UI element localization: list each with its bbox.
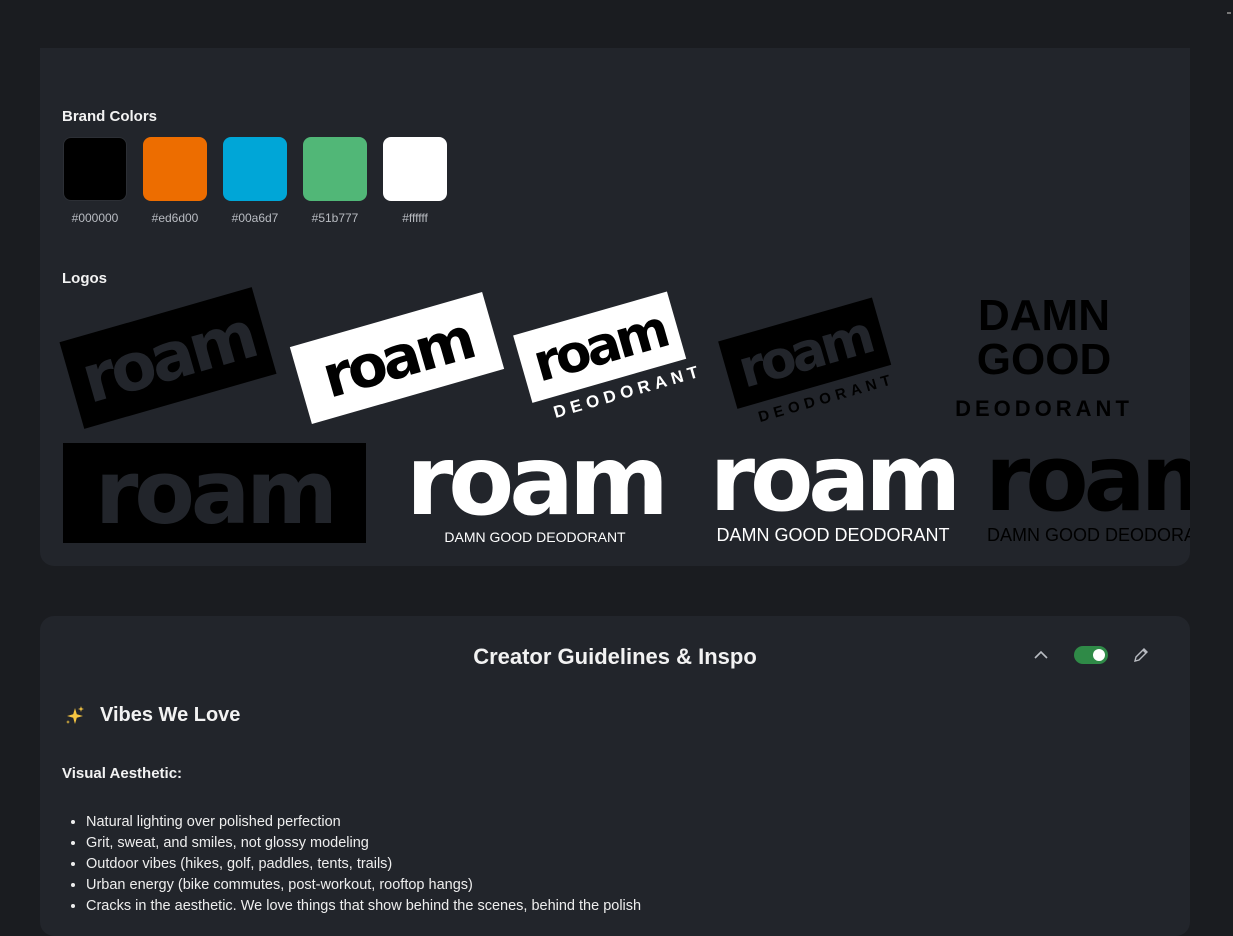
logo-roam-black-rect[interactable]: roam	[63, 443, 366, 543]
logo-wordmark: roam	[405, 425, 669, 537]
logo-wordmark: roam	[73, 296, 263, 419]
brand-assets-card: Brand Colors #000000 #ed6d00 #00a6d7 #51…	[40, 48, 1190, 566]
vibes-heading: Vibes We Love	[64, 704, 240, 727]
logo-wordmark: roam	[314, 304, 480, 412]
visual-aesthetic-label: Visual Aesthetic:	[62, 765, 183, 782]
list-item: Outdoor vibes (hikes, golf, paddles, ten…	[86, 854, 641, 875]
list-item: Cracks in the aesthetic. We love things …	[86, 896, 641, 917]
logo-good-text: GOOD	[976, 335, 1112, 384]
list-item: Natural lighting over polished perfectio…	[86, 812, 641, 833]
chevron-up-icon[interactable]	[1032, 646, 1050, 664]
logo-damn-text: DAMN	[978, 291, 1110, 340]
logo-damn-good-stacked[interactable]: DAMN GOOD DEODORANT	[928, 294, 1160, 426]
pencil-icon[interactable]	[1132, 646, 1150, 664]
sparkles-icon	[64, 705, 86, 727]
logo-box: roam	[59, 287, 277, 429]
logo-wordmark: roam	[95, 441, 338, 544]
card-title: Creator Guidelines & Inspo	[473, 644, 757, 669]
logo-gallery: roam roam roam DEODORANT roam DEODORANT …	[40, 48, 1190, 566]
scrollbar-marker	[1227, 12, 1231, 14]
logo-box: roam	[289, 291, 505, 425]
vibes-heading-text: Vibes We Love	[100, 704, 241, 726]
logo-roam-white-tagline-large[interactable]: roam DAMN GOOD DEODORANT	[698, 433, 968, 548]
list-item: Urban energy (bike commutes, post-workou…	[86, 875, 641, 896]
logo-roam-black-clipped[interactable]: roam DAMN GOOD DEODORANT	[985, 433, 1190, 548]
visual-aesthetic-list: Natural lighting over polished perfectio…	[86, 812, 641, 917]
logo-roam-white-tagline-small[interactable]: roam DAMN GOOD DEODORANT	[385, 433, 685, 548]
visibility-toggle[interactable]	[1074, 646, 1108, 664]
logo-tagline: DAMN GOOD DEODORANT	[444, 529, 626, 545]
logo-tagline: DAMN GOOD DEODORANT	[987, 525, 1190, 545]
creator-guidelines-card: Creator Guidelines & Inspo Vibes We Love…	[40, 616, 1190, 936]
logo-roam-deodorant-white[interactable]: roam DEODORANT	[513, 289, 707, 442]
logo-roam-white-tilted[interactable]: roam	[289, 291, 505, 425]
list-item: Grit, sweat, and smiles, not glossy mode…	[86, 833, 641, 854]
logo-tagline: DAMN GOOD DEODORANT	[716, 525, 950, 545]
logo-wordmark: roam	[709, 425, 962, 532]
card-controls	[1032, 646, 1150, 664]
logo-wordmark: roam	[985, 433, 1190, 532]
logo-deodorant-text: DEODORANT	[955, 396, 1133, 421]
logo-roam-black-tilted[interactable]: roam	[59, 287, 277, 429]
